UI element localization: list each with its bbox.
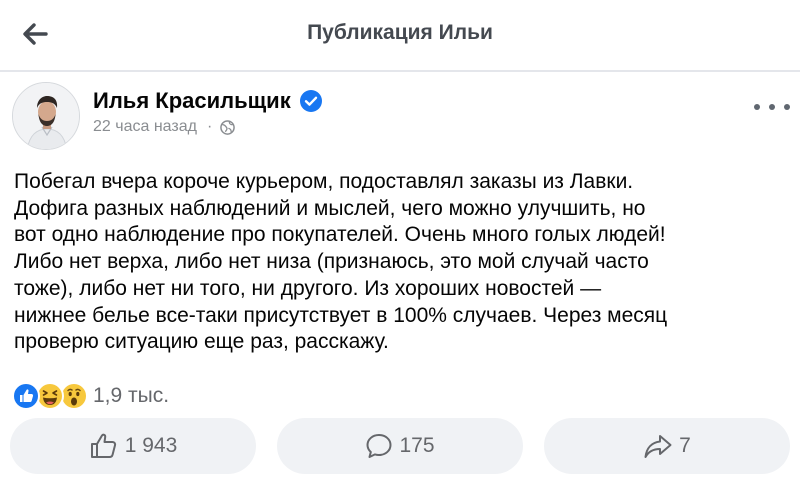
verified-badge-icon — [299, 90, 322, 112]
globe-icon — [220, 119, 236, 135]
post-meta: 22 часа назад · — [93, 118, 236, 136]
reaction-icons — [12, 382, 88, 410]
header-divider — [0, 70, 800, 72]
like-count: 1 943 — [124, 434, 178, 457]
more-options-button[interactable] — [754, 100, 790, 114]
comment-bubble-icon — [366, 434, 392, 458]
author-name[interactable]: Илья Красильщик — [93, 88, 291, 114]
comment-count: 175 — [399, 434, 435, 457]
haha-reaction-icon — [36, 382, 64, 410]
like-button[interactable]: 1 943 — [10, 418, 256, 474]
avatar[interactable] — [12, 82, 80, 150]
top-bar: Публикация Ильи — [0, 0, 800, 70]
reaction-count: 1,9 тыс. — [93, 384, 170, 407]
author-row: Илья Красильщик — [93, 88, 322, 114]
meta-separator: · — [206, 118, 213, 135]
post-text: Побегал вчера короче курьером, подоставл… — [14, 170, 668, 354]
share-arrow-icon — [644, 435, 672, 458]
page-title: Публикация Ильи — [307, 21, 493, 44]
comment-button[interactable]: 175 — [277, 418, 523, 474]
share-count: 7 — [679, 434, 691, 457]
share-button[interactable]: 7 — [544, 418, 790, 474]
post-timestamp[interactable]: 22 часа назад — [93, 118, 197, 136]
wow-reaction-icon — [60, 382, 88, 410]
ellipsis-icon — [754, 104, 760, 110]
thumbs-up-icon — [90, 433, 116, 458]
reactions-summary[interactable]: 1,9 тыс. — [12, 382, 169, 410]
like-reaction-icon — [12, 382, 40, 410]
